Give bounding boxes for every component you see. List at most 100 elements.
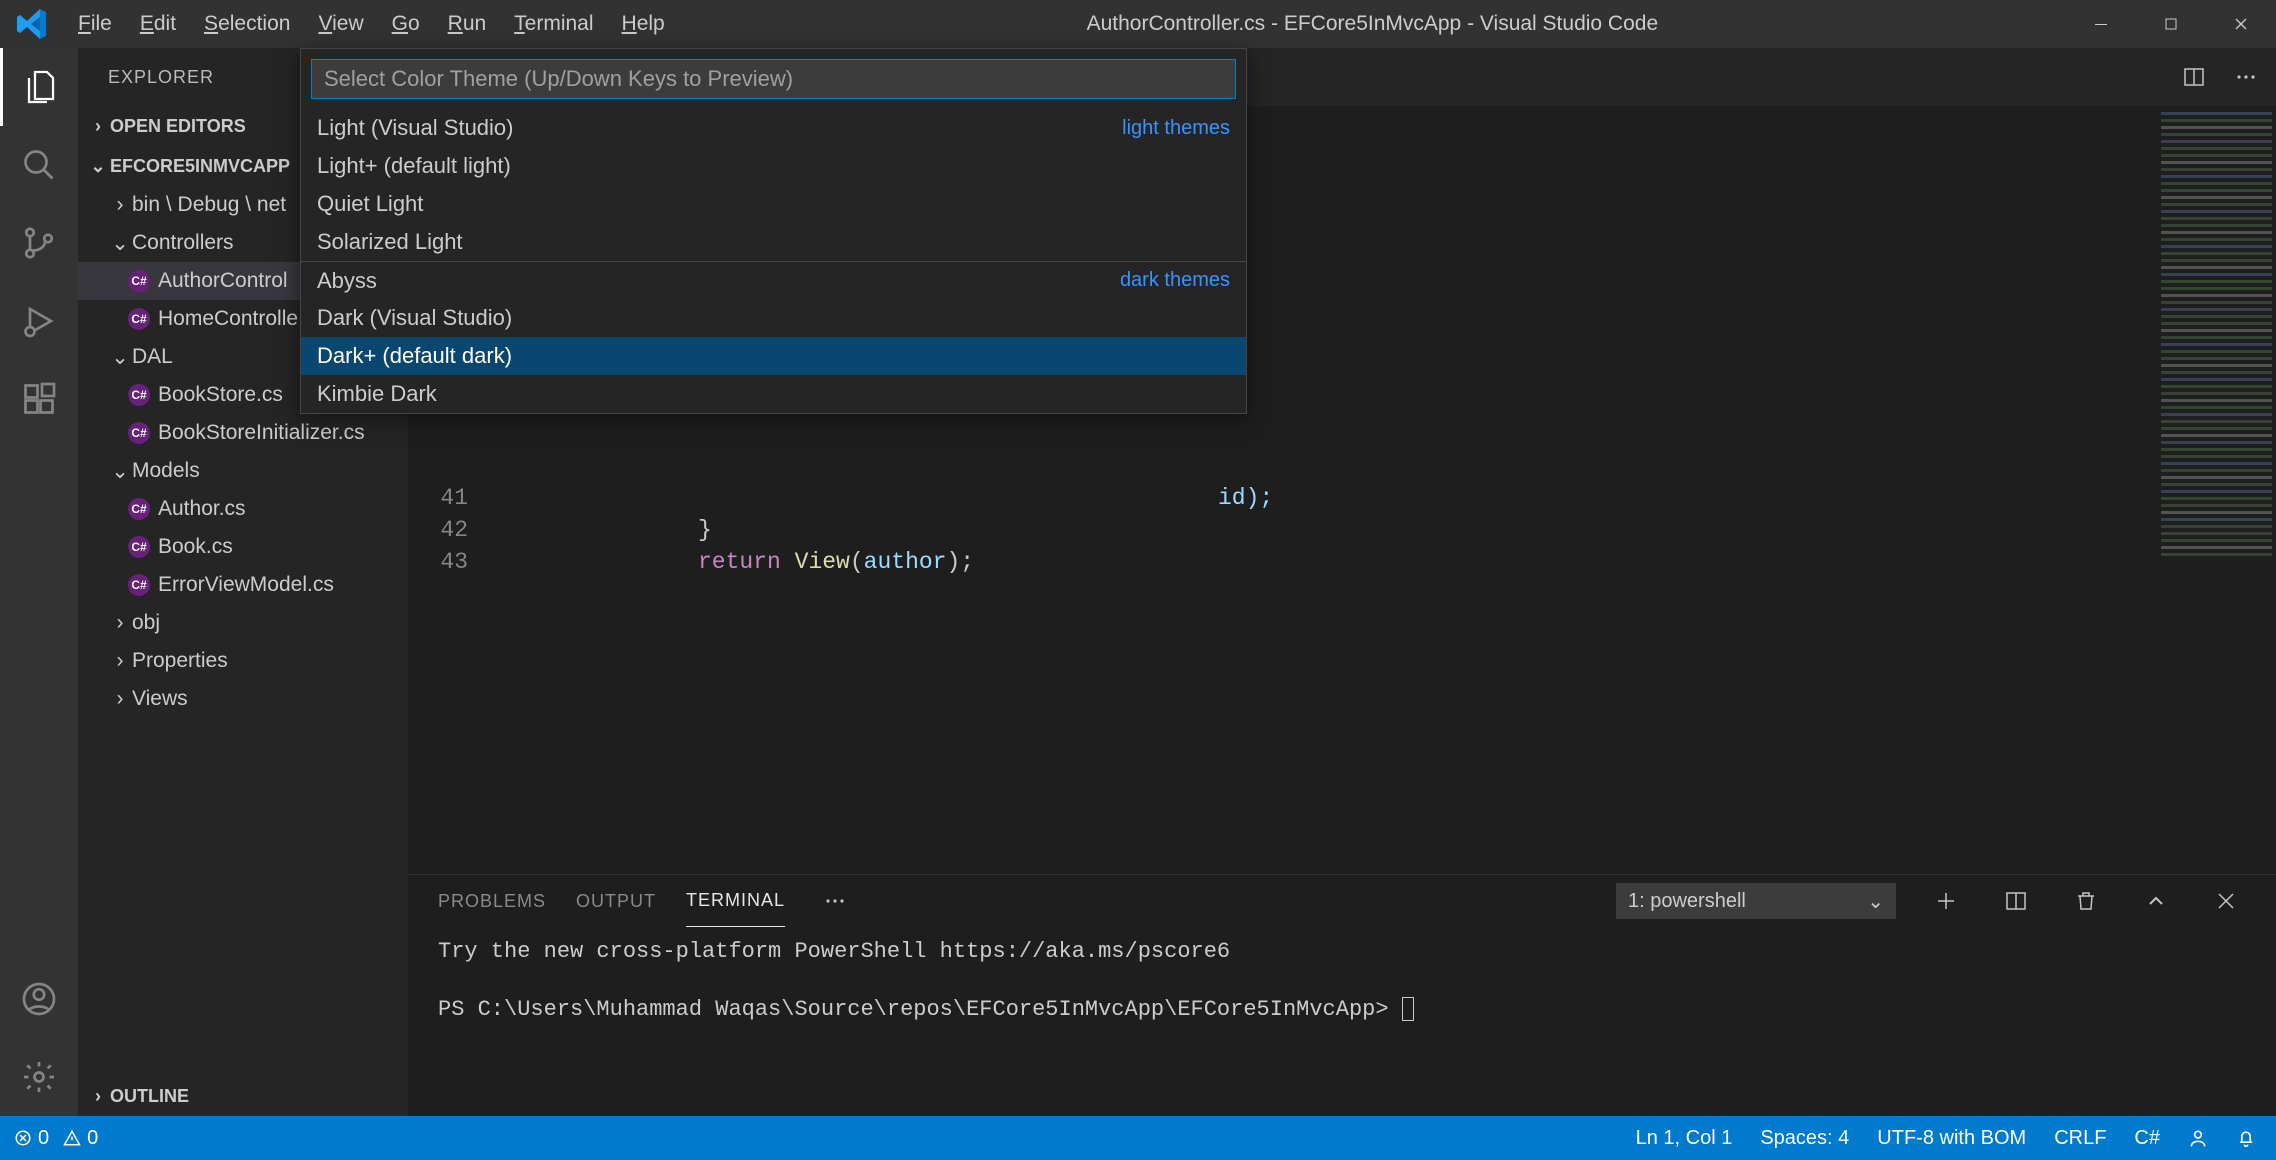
window-title: AuthorController.cs - EFCore5InMvcApp - … [679,12,2066,36]
activity-extensions[interactable] [0,360,78,438]
activity-debug[interactable] [0,282,78,360]
chevron-right-icon: › [86,1086,110,1107]
theme-option-solarized-light[interactable]: Solarized Light [301,223,1246,261]
activity-accounts[interactable] [0,960,78,1038]
csharp-file-icon: C# [128,498,150,520]
line-number: 43 [408,546,468,578]
terminal-output[interactable]: Try the new cross-platform PowerShell ht… [408,927,2276,1116]
minimize-button[interactable] [2066,0,2136,48]
panel-tab-terminal[interactable]: TERMINAL [686,875,785,927]
window-controls [2066,0,2276,48]
minimap[interactable] [2156,106,2276,874]
debug-icon [21,303,57,339]
theme-option-light-plus[interactable]: Light+ (default light) [301,147,1246,185]
menu-help[interactable]: Help [608,4,679,44]
search-icon [21,147,57,183]
tree-file-book[interactable]: C# Book.cs [78,528,408,566]
chevron-down-icon: ⌄ [108,231,132,256]
terminal-selector[interactable]: 1: powershell ⌄ [1616,883,1896,919]
code-token: id); [1218,485,1273,511]
menu-selection[interactable]: Selection [190,4,304,44]
tree-label: Book.cs [158,535,233,559]
split-terminal-button[interactable] [1996,881,2036,921]
code-function: View [795,549,850,575]
code-keyword: return [698,549,781,575]
tree-folder-properties[interactable]: ›Properties [78,642,408,680]
ellipsis-icon [2234,65,2258,89]
status-errors[interactable]: 0 [14,1127,49,1150]
maximize-panel-button[interactable] [2136,881,2176,921]
activity-settings[interactable] [0,1038,78,1116]
csharp-file-icon: C# [128,536,150,558]
kill-terminal-button[interactable] [2066,881,2106,921]
split-editor-button[interactable] [2174,57,2214,97]
theme-option-light-vs[interactable]: Light (Visual Studio)light themes [301,109,1246,147]
bell-icon [2236,1128,2256,1148]
tree-label: BookStore.cs [158,383,283,407]
menu-go[interactable]: Go [378,4,434,44]
warning-icon [63,1129,81,1147]
plus-icon [1934,889,1958,913]
new-terminal-button[interactable] [1926,881,1966,921]
terminal-selector-label: 1: powershell [1628,890,1746,913]
panel-tabs: PROBLEMS OUTPUT TERMINAL 1: powershell ⌄ [408,875,2276,927]
panel-tab-output[interactable]: OUTPUT [576,875,656,927]
vscode-logo-icon [16,8,48,40]
status-eol[interactable]: CRLF [2054,1127,2106,1150]
menu-edit[interactable]: Edit [126,4,190,44]
status-notifications[interactable] [2236,1128,2256,1148]
menu-file[interactable]: File [64,4,126,44]
project-name-label: EFCORE5INMVCAPP [110,156,290,177]
outline-header[interactable]: ›OUTLINE [78,1076,408,1116]
more-actions-button[interactable] [2226,57,2266,97]
terminal-line: Try the new cross-platform PowerShell ht… [438,937,2246,967]
status-bar: 0 0 Ln 1, Col 1 Spaces: 4 UTF-8 with BOM… [0,1116,2276,1160]
activity-explorer[interactable] [0,48,78,126]
theme-option-dark-plus[interactable]: Dark+ (default dark) [301,337,1246,375]
status-cursor-position[interactable]: Ln 1, Col 1 [1636,1127,1733,1150]
tree-label: Views [132,687,188,711]
title-bar: File Edit Selection View Go Run Terminal… [0,0,2276,48]
status-warnings[interactable]: 0 [63,1127,98,1150]
tree-folder-models[interactable]: ⌄Models [78,452,408,490]
theme-option-dark-vs[interactable]: Dark (Visual Studio) [301,299,1246,337]
tree-folder-views[interactable]: ›Views [78,680,408,718]
theme-option-quiet-light[interactable]: Quiet Light [301,185,1246,223]
tree-file-author[interactable]: C#Author.cs [78,490,408,528]
tree-file-bookstoreinit[interactable]: C#BookStoreInitializer.cs [78,414,408,452]
chevron-down-icon: ⌄ [108,459,132,484]
status-feedback[interactable] [2188,1128,2208,1148]
status-language[interactable]: C# [2134,1127,2160,1150]
tree-label: DAL [132,345,173,369]
panel-more-button[interactable] [815,881,855,921]
tree-label: HomeControlle [158,307,298,331]
close-icon [2214,889,2238,913]
tree-label: Models [132,459,200,483]
activity-scm[interactable] [0,204,78,282]
close-button[interactable] [2206,0,2276,48]
theme-option-kimbie[interactable]: Kimbie Dark [301,375,1246,413]
tree-label: Controllers [132,231,234,255]
tree-label: ErrorViewModel.cs [158,573,334,597]
panel-tab-problems[interactable]: PROBLEMS [438,875,546,927]
editor-area: 41 42 43 id);}return View(author); [408,48,2276,1116]
panel: PROBLEMS OUTPUT TERMINAL 1: powershell ⌄… [408,874,2276,1116]
status-indentation[interactable]: Spaces: 4 [1760,1127,1849,1150]
activity-search[interactable] [0,126,78,204]
quick-input: Select Color Theme (Up/Down Keys to Prev… [300,48,1247,414]
tree-label: BookStoreInitializer.cs [158,421,365,445]
theme-option-abyss[interactable]: Abyssdark themes [301,261,1246,299]
csharp-file-icon: C# [128,270,150,292]
chevron-down-icon: ⌄ [1867,889,1884,914]
theme-picker-input[interactable]: Select Color Theme (Up/Down Keys to Prev… [311,59,1236,99]
extensions-icon [21,381,57,417]
tree-file-errorvm[interactable]: C#ErrorViewModel.cs [78,566,408,604]
status-encoding[interactable]: UTF-8 with BOM [1877,1127,2026,1150]
menu-terminal[interactable]: Terminal [500,4,607,44]
menu-run[interactable]: Run [434,4,501,44]
menu-view[interactable]: View [304,4,377,44]
error-icon [14,1129,32,1147]
close-panel-button[interactable] [2206,881,2246,921]
tree-folder-obj[interactable]: ›obj [78,604,408,642]
maximize-button[interactable] [2136,0,2206,48]
